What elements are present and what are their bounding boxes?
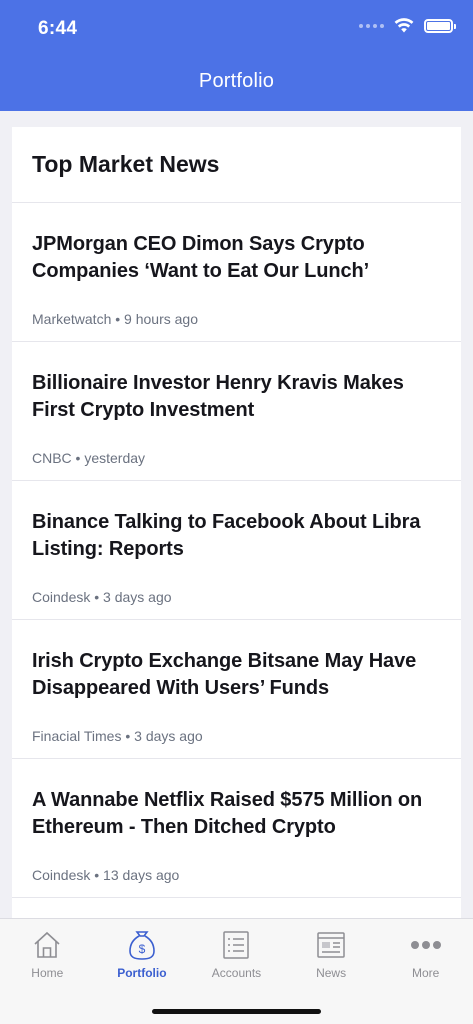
news-source-time: Coindesk • 13 days ago <box>32 867 180 883</box>
news-item[interactable]: Billionaire Investor Henry Kravis Makes … <box>12 342 461 481</box>
svg-text:$: $ <box>139 942 146 956</box>
money-bag-icon: $ <box>125 929 159 961</box>
news-source-time: Finacial Times • 3 days ago <box>32 728 203 744</box>
more-dots-icon <box>409 929 443 961</box>
top-market-news-card: Top Market News JPMorgan CEO Dimon Says … <box>12 127 461 927</box>
home-icon <box>30 929 64 961</box>
news-item[interactable]: JPMorgan CEO Dimon Says Crypto Companies… <box>12 203 461 342</box>
tab-home[interactable]: Home <box>0 919 95 989</box>
news-headline: Billionaire Investor Henry Kravis Makes … <box>32 372 404 421</box>
battery-icon <box>424 18 456 33</box>
news-headline: JPMorgan CEO Dimon Says Crypto Companies… <box>32 233 370 282</box>
app-screen: 6:44 Portfolio Top Market News JPMorgan … <box>0 0 473 1024</box>
list-icon <box>219 929 253 961</box>
tab-label: News <box>316 966 347 980</box>
tab-more[interactable]: More <box>378 919 473 989</box>
page-title: Portfolio <box>198 70 275 92</box>
tab-news[interactable]: News <box>284 919 379 989</box>
home-indicator[interactable] <box>152 1009 321 1014</box>
tab-accounts[interactable]: Accounts <box>189 919 284 989</box>
header: 6:44 Portfolio <box>0 0 473 111</box>
news-item[interactable]: Irish Crypto Exchange Bitsane May Have D… <box>12 620 461 759</box>
news-source-time: Coindesk • 3 days ago <box>32 589 172 605</box>
news-headline: Irish Crypto Exchange Bitsane May Have D… <box>32 650 417 699</box>
status-time: 6:44 <box>38 18 78 39</box>
news-headline: Binance Talking to Facebook About Libra … <box>32 511 421 560</box>
news-headline: A Wannabe Netflix Raised $575 Million on… <box>32 789 423 838</box>
wifi-icon <box>394 18 414 33</box>
news-item[interactable]: A Wannabe Netflix Raised $575 Million on… <box>12 759 461 898</box>
cellular-signal-icon <box>359 23 384 28</box>
newspaper-icon <box>314 929 348 961</box>
tab-bar: Home $ Portfolio Accounts News More <box>0 918 473 1024</box>
status-bar: 6:44 <box>0 0 473 56</box>
news-source-time: CNBC • yesterday <box>32 450 146 466</box>
news-source-time: Marketwatch • 9 hours ago <box>32 311 198 327</box>
tab-label: Portfolio <box>117 966 167 980</box>
tab-portfolio[interactable]: $ Portfolio <box>95 919 190 989</box>
tab-label: Accounts <box>211 966 262 980</box>
status-icons <box>359 18 456 33</box>
tab-label: More <box>412 966 440 980</box>
section-title: Top Market News <box>12 127 461 203</box>
news-item[interactable]: Binance Talking to Facebook About Libra … <box>12 481 461 620</box>
tab-label: Home <box>31 966 64 980</box>
